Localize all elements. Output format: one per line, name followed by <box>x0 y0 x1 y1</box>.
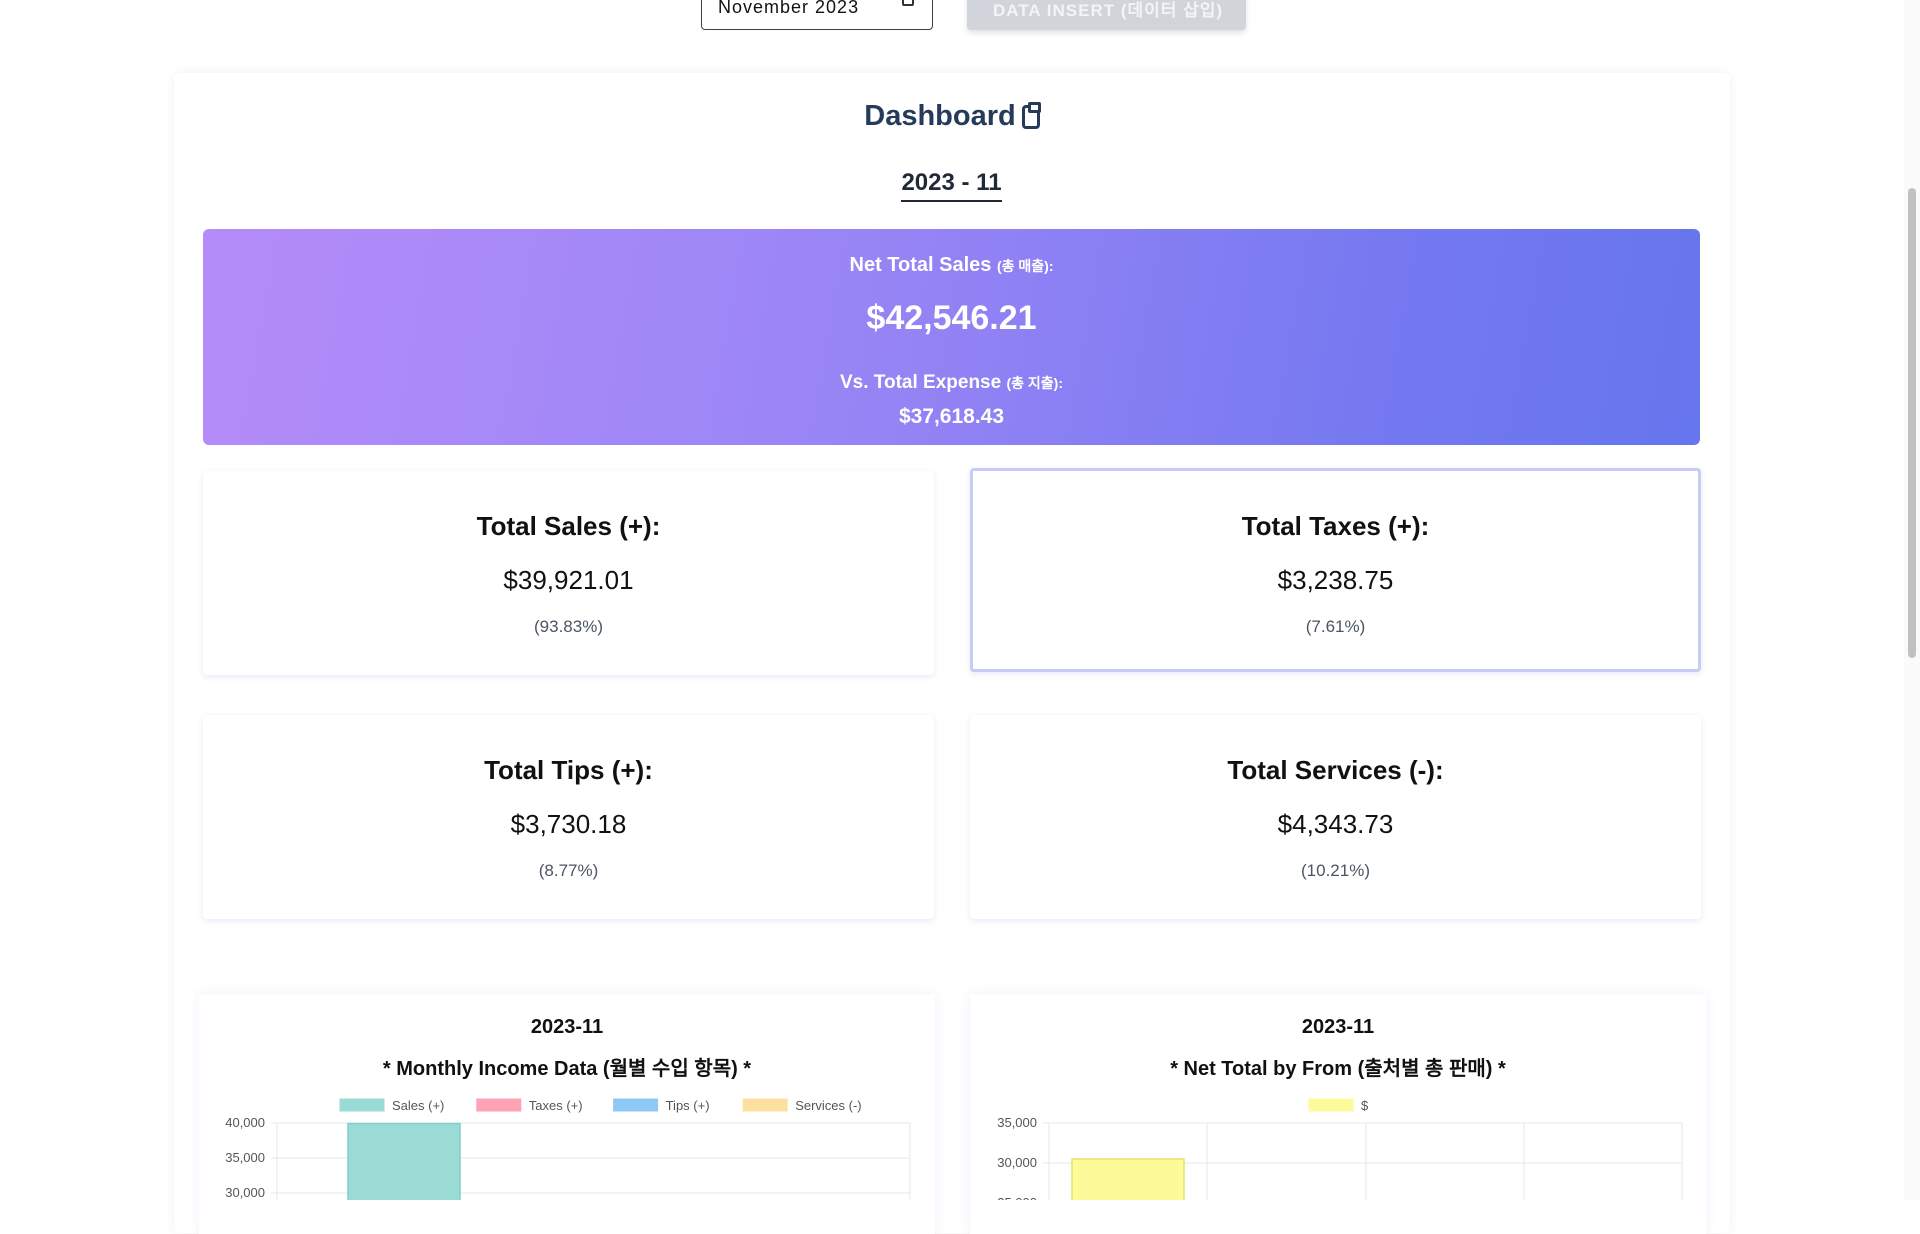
bar <box>347 1122 461 1200</box>
y-tick-label: 40,000 <box>225 1115 265 1130</box>
data-insert-label: DATA INSERT (데이터 삽입) <box>993 1 1224 20</box>
y-tick-label: 30,000 <box>225 1185 265 1200</box>
legend-swatch <box>1308 1098 1354 1112</box>
total-expense-label-kr: (총 지출): <box>1006 375 1063 391</box>
y-tick-label: 35,000 <box>997 1115 1037 1130</box>
legend-label: Taxes (+) <box>529 1098 583 1113</box>
stat-card-total-taxes[interactable]: Total Taxes (+): $3,238.75 (7.61%) <box>970 468 1701 672</box>
scrollbar-thumb[interactable] <box>1908 188 1916 658</box>
stat-label: Total Taxes (+): <box>1241 511 1430 541</box>
monthly-income-chart: Sales (+) Taxes (+) Tips (+) Services (-) 40… <box>225 1098 911 1200</box>
scrollbar[interactable] <box>1904 0 1920 1200</box>
stat-percent: (8.77%) <box>538 861 599 880</box>
net-total-by-from-chart: $35,000 30,000 25,000 <box>997 1098 1683 1200</box>
stat-percent: (7.61%) <box>1305 617 1366 636</box>
stat-label: Total Services (-): <box>1227 755 1444 785</box>
legend-label: Tips (+) <box>666 1098 710 1113</box>
net-total-label-kr: (총 매출): <box>996 258 1054 274</box>
clipboard-icon[interactable] <box>1021 102 1041 129</box>
month-picker[interactable]: November 2023 <box>701 0 933 30</box>
total-expense-label-en: Vs. Total Expense <box>839 372 1002 393</box>
legend-swatch <box>742 1098 788 1112</box>
total-expense-value: $37,618.43 <box>898 405 1005 428</box>
monthly-income-chart-card: 2023-11 * Monthly Income Data (월별 수입 항목)… <box>199 994 935 1234</box>
y-tick-label: 25,000 <box>997 1195 1037 1200</box>
legend-swatch <box>339 1098 385 1112</box>
stat-percent: (10.21%) <box>1301 861 1370 880</box>
net-total-value: $42,546.21 <box>866 299 1037 337</box>
y-tick-label: 35,000 <box>225 1150 265 1165</box>
legend-swatch <box>476 1098 522 1112</box>
stat-card-total-sales[interactable]: Total Sales (+): $39,921.01 (93.83%) <box>203 471 934 675</box>
page-title: Dashboard <box>0 100 1904 133</box>
stat-value: $3,730.18 <box>510 809 627 839</box>
stat-label: Total Tips (+): <box>484 755 653 785</box>
stat-card-total-tips[interactable]: Total Tips (+): $3,730.18 (8.77%) <box>203 715 934 919</box>
y-tick-label: 30,000 <box>997 1155 1037 1170</box>
net-total-by-from-chart-card: 2023-11 * Net Total by From (출처별 총 판매) *… <box>970 994 1706 1234</box>
stat-label: Total Sales (+): <box>476 511 661 541</box>
total-expense-label: Vs. Total Expense (총 지출): <box>203 372 1700 394</box>
stat-value: $39,921.01 <box>503 565 634 595</box>
stat-value: $3,238.75 <box>1277 565 1394 595</box>
net-total-banner: Net Total Sales (총 매출): $42,546.21 Vs. T… <box>203 229 1700 445</box>
legend-label: $ <box>1361 1098 1369 1113</box>
legend-label: Services (-) <box>795 1098 861 1113</box>
net-total-label: Net Total Sales (총 매출): <box>203 254 1700 277</box>
data-insert-button[interactable]: DATA INSERT (데이터 삽입) <box>967 0 1246 30</box>
period-label: 2023 - 11 <box>901 169 1002 202</box>
legend-label: Sales (+) <box>392 1098 444 1113</box>
page-title-text: Dashboard <box>864 100 1016 132</box>
net-total-label-en: Net Total Sales <box>849 254 992 276</box>
stat-value: $4,343.73 <box>1277 809 1394 839</box>
calendar-icon[interactable] <box>902 0 914 6</box>
legend-swatch <box>613 1098 659 1112</box>
bar <box>1071 1158 1185 1200</box>
stat-card-total-services[interactable]: Total Services (-): $4,343.73 (10.21%) <box>970 715 1701 919</box>
month-picker-value: November 2023 <box>718 0 860 17</box>
stat-percent: (93.83%) <box>534 617 603 636</box>
